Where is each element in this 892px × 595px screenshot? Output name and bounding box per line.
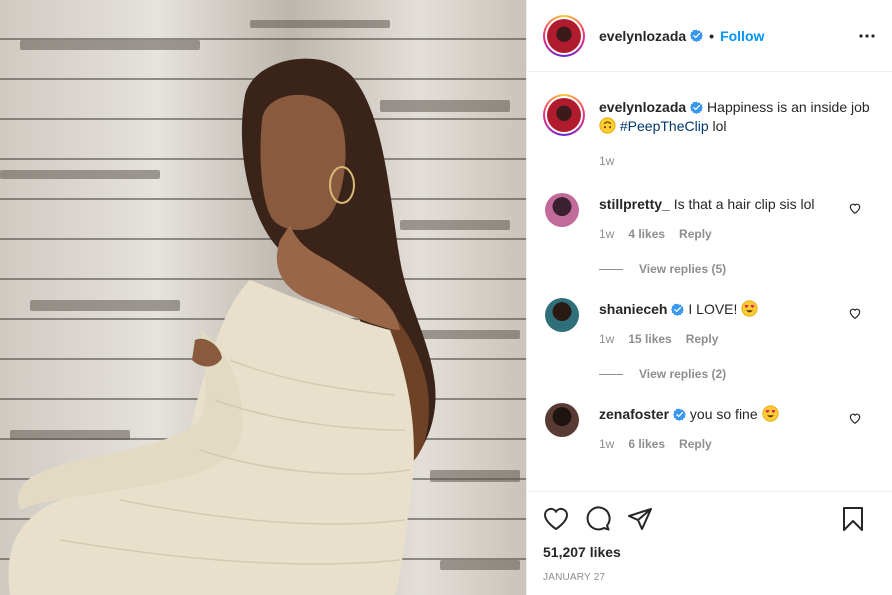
heart-eyes-emoji-icon — [761, 405, 779, 422]
comment-username[interactable]: stillpretty_ — [599, 196, 670, 212]
comment-text: I LOVE! — [688, 301, 738, 317]
comment-avatar[interactable] — [545, 193, 579, 227]
caption-hashtag[interactable]: #PeepTheClip — [620, 118, 709, 134]
author-username[interactable]: evelynlozada — [599, 28, 686, 44]
post-header: evelynlozada • Follow — [527, 0, 892, 72]
share-icon[interactable] — [627, 506, 653, 532]
caption-body-text: Happiness is an inside job — [707, 99, 870, 115]
view-replies-label: View replies (2) — [639, 367, 727, 381]
heart-eyes-emoji-icon — [741, 300, 758, 317]
follow-button[interactable]: Follow — [720, 28, 764, 44]
comment-like-heart-icon[interactable] — [848, 201, 862, 215]
post-photo[interactable] — [0, 0, 526, 595]
comment-username[interactable]: zenafoster — [599, 406, 669, 422]
comment-avatar[interactable] — [545, 403, 579, 437]
comment-likes[interactable]: 6 likes — [628, 435, 665, 454]
more-options-icon[interactable] — [858, 27, 876, 45]
view-replies-button[interactable]: View replies (5) — [599, 262, 876, 276]
view-replies-label: View replies (5) — [639, 262, 727, 276]
caption-avatar[interactable] — [543, 94, 585, 136]
comment-reply-button[interactable]: Reply — [679, 435, 712, 454]
comment-likes[interactable]: 15 likes — [628, 330, 671, 349]
comment-reply-button[interactable]: Reply — [686, 330, 719, 349]
comment-item: shanieceh I LOVE! 1w 15 likes Reply — [543, 298, 876, 349]
author-avatar[interactable] — [543, 14, 585, 57]
comment-meta: 1w 15 likes Reply — [599, 330, 845, 349]
verified-badge-icon — [690, 29, 704, 42]
comment-meta: 1w 6 likes Reply — [599, 435, 845, 454]
comment-item: stillpretty_ Is that a hair clip sis lol… — [543, 193, 876, 244]
caption-suffix: lol — [712, 118, 727, 134]
comment-like-heart-icon[interactable] — [848, 411, 862, 425]
comments-list[interactable]: evelynlozada Happiness is an inside job … — [527, 72, 892, 491]
post-caption: evelynlozada Happiness is an inside job … — [543, 88, 876, 171]
comment-text: you so fine — [689, 406, 758, 422]
caption-time: 1w — [599, 154, 615, 168]
upside-down-face-emoji-icon — [599, 117, 616, 134]
likes-count[interactable]: 51,207 likes — [543, 544, 876, 560]
post-date: JANUARY 27 — [543, 572, 606, 583]
comment-meta: 1w 4 likes Reply — [599, 225, 845, 244]
bookmark-icon[interactable] — [840, 506, 866, 532]
comment-item: zenafoster you so fine 1w 6 likes Reply — [543, 403, 876, 454]
post-actions-area: 51,207 likes JANUARY 27 — [527, 491, 892, 595]
like-heart-icon[interactable] — [543, 506, 569, 532]
comment-like-heart-icon[interactable] — [848, 306, 862, 320]
comment-reply-button[interactable]: Reply — [679, 225, 712, 244]
comment-time: 1w — [599, 227, 615, 241]
comment-time: 1w — [599, 437, 615, 451]
caption-text: evelynlozada Happiness is an inside job … — [599, 98, 875, 136]
post-actions — [543, 492, 876, 542]
verified-badge-icon — [690, 101, 704, 114]
verified-badge-icon — [671, 303, 685, 316]
verified-badge-icon — [673, 408, 687, 421]
view-replies-button[interactable]: View replies (2) — [599, 367, 876, 381]
comment-username[interactable]: shanieceh — [599, 301, 667, 317]
person-figure — [8, 58, 436, 595]
comment-time: 1w — [599, 332, 615, 346]
comment-icon[interactable] — [585, 506, 611, 532]
instagram-post: evelynlozada • Follow evelynlozada Happi… — [0, 0, 892, 595]
comment-likes[interactable]: 4 likes — [628, 225, 665, 244]
comment-avatar[interactable] — [545, 298, 579, 332]
comment-text: Is that a hair clip sis lol — [673, 196, 815, 212]
post-side-panel: evelynlozada • Follow evelynlozada Happi… — [526, 0, 892, 595]
header-separator: • — [709, 27, 715, 44]
caption-username[interactable]: evelynlozada — [599, 99, 686, 115]
